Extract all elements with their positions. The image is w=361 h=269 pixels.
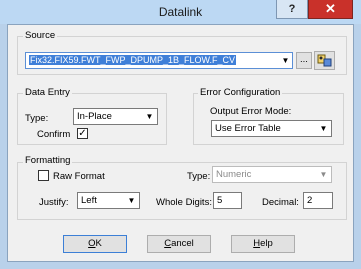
whole-digits-input[interactable]: 5: [213, 192, 242, 209]
justify-value: Left: [81, 195, 97, 206]
format-type-value: Numeric: [216, 169, 252, 180]
output-error-mode-label: Output Error Mode:: [210, 106, 292, 117]
formatting-group-label: Formatting: [23, 155, 73, 166]
expression-builder-button[interactable]: [314, 51, 335, 70]
cancel-label: Cancel: [164, 238, 194, 249]
data-entry-group-label: Data Entry: [23, 87, 72, 98]
browse-button[interactable]: ...: [296, 52, 312, 69]
source-combo[interactable]: Fix32.FIX59.FWT_FWP_DPUMP_1B_FLOW.F_CV: [25, 52, 293, 69]
confirm-checkbox[interactable]: ✓: [77, 128, 88, 139]
ok-label: OK: [88, 238, 102, 249]
format-type-combo[interactable]: Numeric: [212, 166, 332, 183]
output-error-mode-dropdown-arrow-icon[interactable]: ▼: [317, 121, 330, 136]
cancel-button[interactable]: Cancel: [147, 235, 211, 253]
confirm-label: Confirm: [37, 129, 71, 140]
error-config-group-label: Error Configuration: [198, 87, 283, 98]
output-error-mode-value: Use Error Table: [215, 123, 281, 134]
source-group-label: Source: [23, 30, 58, 41]
decimal-label: Decimal:: [262, 197, 299, 208]
ok-button[interactable]: OK: [63, 235, 127, 253]
format-type-dropdown-arrow-icon[interactable]: ▼: [317, 167, 330, 182]
source-value: Fix32.FIX59.FWT_FWP_DPUMP_1B_FLOW.F_CV: [29, 55, 237, 65]
source-dropdown-arrow-icon[interactable]: ▼: [279, 53, 292, 68]
type-label: Type:: [25, 113, 49, 124]
format-type-label: Type:: [187, 171, 211, 182]
close-button[interactable]: ✕: [308, 0, 353, 19]
whole-digits-label: Whole Digits:: [156, 197, 212, 208]
help-title-button[interactable]: ?: [276, 0, 308, 19]
output-error-mode-combo[interactable]: Use Error Table: [211, 120, 332, 137]
type-dropdown-arrow-icon[interactable]: ▼: [143, 109, 156, 124]
type-value: In-Place: [77, 111, 112, 122]
justify-dropdown-arrow-icon[interactable]: ▼: [125, 193, 138, 208]
error-config-group: [193, 93, 344, 145]
raw-format-checkbox[interactable]: [38, 170, 49, 181]
decimal-input[interactable]: 2: [303, 192, 333, 209]
raw-format-label: Raw Format: [53, 171, 105, 182]
justify-label: Justify:: [39, 197, 69, 208]
help-button[interactable]: Help: [231, 235, 295, 253]
expression-builder-icon: [317, 54, 332, 67]
help-label: Help: [253, 238, 273, 249]
